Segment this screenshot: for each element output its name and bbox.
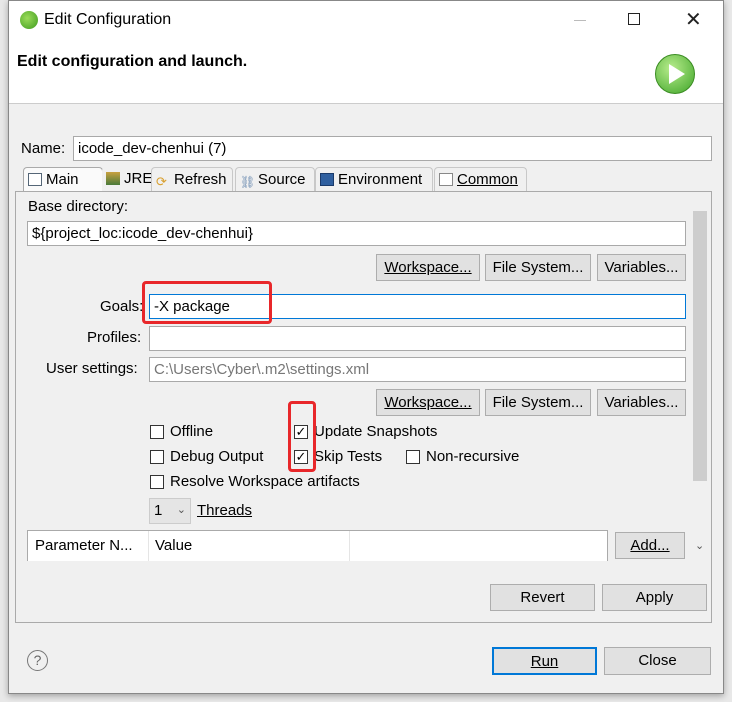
file-system-button[interactable]: File System... — [485, 254, 591, 281]
workspace-button-2[interactable]: Workspace... — [376, 389, 480, 416]
jre-icon — [106, 172, 120, 185]
resolve-workspace-checkbox[interactable] — [150, 475, 164, 489]
dialog-header: Edit configuration and launch. — [9, 39, 723, 104]
workspace-button[interactable]: Workspace... — [376, 254, 480, 281]
non-recursive-checkbox[interactable] — [406, 450, 420, 464]
variables-button-2[interactable]: Variables... — [597, 389, 686, 416]
minimize-button[interactable] — [574, 20, 586, 21]
parameters-table[interactable]: Parameter N... Value — [27, 530, 608, 561]
vertical-scrollbar[interactable]: ⌄ — [691, 193, 709, 561]
name-label: Name: — [21, 140, 66, 157]
tab-refresh[interactable]: ⟳ Refresh — [151, 167, 233, 192]
help-icon[interactable]: ? — [27, 650, 48, 671]
window-title: Edit Configuration — [44, 11, 172, 28]
profiles-input[interactable] — [149, 326, 686, 351]
skip-tests-label: Skip Tests — [314, 448, 383, 465]
tab-main[interactable]: Main — [23, 167, 103, 192]
scrollbar-thumb[interactable] — [693, 211, 707, 481]
source-icon: ⛓ — [240, 175, 256, 189]
offline-checkbox[interactable] — [150, 425, 164, 439]
profiles-label: Profiles: — [87, 329, 142, 346]
tab-source[interactable]: ⛓ Source — [235, 167, 315, 192]
checkboxes-highlight-box — [288, 401, 316, 472]
update-snapshots-label: Update Snapshots — [314, 423, 438, 440]
common-icon — [439, 173, 453, 186]
main-tab-icon — [28, 173, 42, 186]
apply-button[interactable]: Apply — [602, 584, 707, 611]
edit-configuration-dialog: Edit Configuration ✕ Edit configuration … — [8, 0, 724, 694]
environment-icon — [320, 173, 334, 186]
tab-environment[interactable]: Environment — [315, 167, 433, 192]
header-text: Edit configuration and launch. — [17, 53, 248, 70]
maximize-button[interactable] — [628, 13, 640, 25]
goals-label: Goals: — [100, 298, 144, 315]
user-settings-label: User settings: — [46, 360, 138, 377]
close-window-button[interactable]: ✕ — [685, 7, 702, 32]
scroll-down-arrow[interactable]: ⌄ — [695, 539, 704, 552]
debug-output-checkbox[interactable] — [150, 450, 164, 464]
non-recursive-label: Non-recursive — [426, 448, 520, 465]
chevron-down-icon: ⌄ — [176, 504, 186, 516]
offline-label: Offline — [170, 423, 214, 440]
file-system-button-2[interactable]: File System... — [485, 389, 591, 416]
base-directory-label: Base directory: — [28, 198, 129, 215]
threads-label: Threads — [197, 502, 253, 519]
column-header-parameter-name[interactable]: Parameter N... — [28, 531, 149, 561]
add-parameter-button[interactable]: Add... — [615, 532, 685, 559]
debug-output-label: Debug Output — [170, 448, 264, 465]
resolve-workspace-label: Resolve Workspace artifacts — [170, 473, 360, 490]
refresh-icon: ⟳ — [156, 174, 167, 189]
revert-button[interactable]: Revert — [490, 584, 595, 611]
tab-jre[interactable]: JRE — [102, 167, 152, 192]
title-bar: Edit Configuration ✕ — [9, 1, 723, 39]
run-button[interactable]: Run — [492, 647, 597, 675]
app-icon — [20, 11, 38, 29]
close-button[interactable]: Close — [604, 647, 711, 675]
goals-highlight-box — [142, 281, 272, 324]
column-header-value[interactable]: Value — [149, 531, 350, 561]
user-settings-input[interactable]: C:\Users\Cyber\.m2\settings.xml — [149, 357, 686, 382]
base-directory-input[interactable]: ${project_loc:icode_dev-chenhui} — [27, 221, 686, 246]
threads-select[interactable]: 1 ⌄ — [149, 498, 191, 524]
name-input[interactable]: icode_dev-chenhui (7) — [73, 136, 712, 161]
tab-common[interactable]: Common — [434, 167, 527, 192]
variables-button[interactable]: Variables... — [597, 254, 686, 281]
play-triangle-icon — [669, 64, 685, 84]
